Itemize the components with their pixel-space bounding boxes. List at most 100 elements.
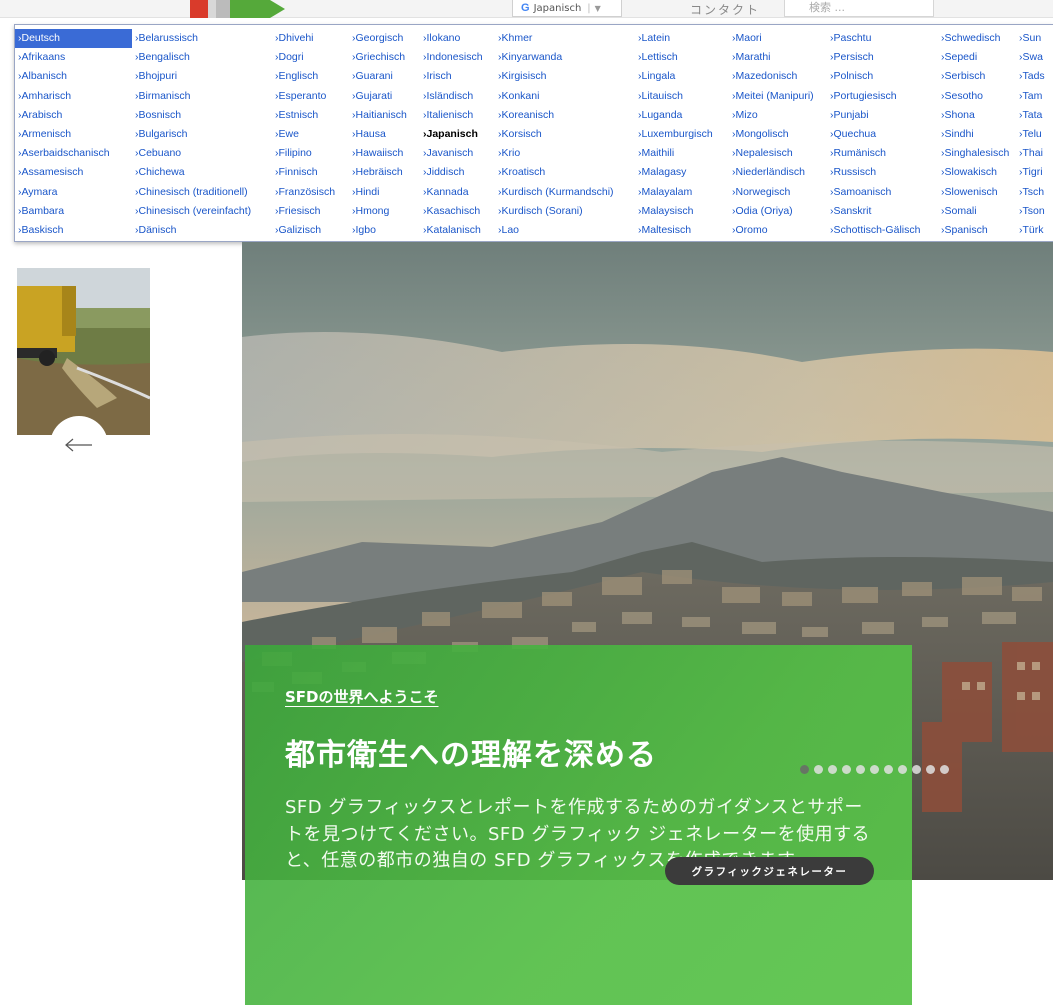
- language-option[interactable]: ›Tsch: [1016, 183, 1053, 202]
- language-option[interactable]: ›Lettisch: [635, 48, 729, 67]
- language-option[interactable]: ›Türk: [1016, 221, 1053, 240]
- language-option[interactable]: ›Tigri: [1016, 163, 1053, 182]
- language-option[interactable]: ›Chinesisch (traditionell): [132, 183, 272, 202]
- language-option[interactable]: ›Bhojpuri: [132, 67, 272, 86]
- language-option[interactable]: ›Belarussisch: [132, 29, 272, 48]
- language-option[interactable]: ›Baskisch: [15, 221, 132, 240]
- language-option[interactable]: ›Arabisch: [15, 106, 132, 125]
- language-option[interactable]: ›Bosnisch: [132, 106, 272, 125]
- carousel-dot[interactable]: [884, 765, 893, 774]
- language-option[interactable]: ›Albanisch: [15, 67, 132, 86]
- language-option[interactable]: ›Irisch: [420, 67, 495, 86]
- language-option[interactable]: ›Friesisch: [272, 202, 349, 221]
- language-option[interactable]: ›Persisch: [827, 48, 938, 67]
- language-option[interactable]: ›Hawaiisch: [349, 144, 420, 163]
- language-option[interactable]: ›Schottisch-Gälisch: [827, 221, 938, 240]
- language-option[interactable]: ›Dänisch: [132, 221, 272, 240]
- carousel-dot[interactable]: [940, 765, 949, 774]
- language-option[interactable]: ›Bulgarisch: [132, 125, 272, 144]
- language-option[interactable]: ›Kurdisch (Kurmandschi): [495, 183, 635, 202]
- language-option[interactable]: ›Russisch: [827, 163, 938, 182]
- language-option[interactable]: ›Ilokano: [420, 29, 495, 48]
- language-option[interactable]: ›Nepalesisch: [729, 144, 827, 163]
- carousel-dot[interactable]: [800, 765, 809, 774]
- language-option[interactable]: ›Sepedi: [938, 48, 1016, 67]
- language-option[interactable]: ›Kannada: [420, 183, 495, 202]
- language-option[interactable]: ›Malagasy: [635, 163, 729, 182]
- language-option[interactable]: ›Maltesisch: [635, 221, 729, 240]
- language-option[interactable]: ›Shona: [938, 106, 1016, 125]
- language-option[interactable]: ›Oromo: [729, 221, 827, 240]
- contact-link[interactable]: コンタクト: [690, 1, 760, 18]
- language-option[interactable]: ›Schwedisch: [938, 29, 1016, 48]
- language-option[interactable]: ›Punjabi: [827, 106, 938, 125]
- language-option[interactable]: ›Bengalisch: [132, 48, 272, 67]
- language-option[interactable]: ›Slowakisch: [938, 163, 1016, 182]
- language-option[interactable]: ›Lao: [495, 221, 635, 240]
- language-option[interactable]: ›Bambara: [15, 202, 132, 221]
- language-option[interactable]: ›Telu: [1016, 125, 1053, 144]
- language-option[interactable]: ›Sun: [1016, 29, 1053, 48]
- previous-slide-button[interactable]: [50, 416, 108, 474]
- language-option[interactable]: ›Kasachisch: [420, 202, 495, 221]
- carousel-dot[interactable]: [870, 765, 879, 774]
- carousel-dot[interactable]: [856, 765, 865, 774]
- previous-slide-thumbnail[interactable]: [17, 268, 150, 435]
- language-option[interactable]: ›Polnisch: [827, 67, 938, 86]
- language-option[interactable]: ›Thai: [1016, 144, 1053, 163]
- language-option[interactable]: ›Konkani: [495, 87, 635, 106]
- language-option[interactable]: ›Indonesisch: [420, 48, 495, 67]
- language-option[interactable]: ›Krio: [495, 144, 635, 163]
- language-option[interactable]: ›Mongolisch: [729, 125, 827, 144]
- language-option[interactable]: ›Georgisch: [349, 29, 420, 48]
- language-option[interactable]: ›Deutsch: [15, 29, 132, 49]
- language-option[interactable]: ›Japanisch: [420, 125, 495, 144]
- language-option[interactable]: ›Lingala: [635, 67, 729, 86]
- language-option[interactable]: ›Estnisch: [272, 106, 349, 125]
- language-option[interactable]: ›Kinyarwanda: [495, 48, 635, 67]
- carousel-dot[interactable]: [912, 765, 921, 774]
- carousel-dot[interactable]: [898, 765, 907, 774]
- language-option[interactable]: ›Amharisch: [15, 87, 132, 106]
- language-option[interactable]: ›Finnisch: [272, 163, 349, 182]
- language-option[interactable]: ›Sanskrit: [827, 202, 938, 221]
- language-option[interactable]: ›Malayalam: [635, 183, 729, 202]
- language-option[interactable]: ›Armenisch: [15, 125, 132, 144]
- language-option[interactable]: ›Norwegisch: [729, 183, 827, 202]
- language-option[interactable]: ›Tata: [1016, 106, 1053, 125]
- slide-kicker[interactable]: SFDの世界へようこそ: [285, 686, 439, 707]
- language-option[interactable]: ›Korsisch: [495, 125, 635, 144]
- carousel-dot[interactable]: [814, 765, 823, 774]
- language-option[interactable]: ›Quechua: [827, 125, 938, 144]
- language-option[interactable]: ›Katalanisch: [420, 221, 495, 240]
- language-option[interactable]: ›Aserbaidschanisch: [15, 144, 132, 163]
- language-option[interactable]: ›Serbisch: [938, 67, 1016, 86]
- language-option[interactable]: ›Cebuano: [132, 144, 272, 163]
- language-option[interactable]: ›Tson: [1016, 202, 1053, 221]
- language-option[interactable]: ›Chichewa: [132, 163, 272, 182]
- language-option[interactable]: ›Niederländisch: [729, 163, 827, 182]
- language-option[interactable]: ›Luxemburgisch: [635, 125, 729, 144]
- graphic-generator-button[interactable]: グラフィックジェネレーター: [665, 857, 874, 885]
- language-option[interactable]: ›Tam: [1016, 87, 1053, 106]
- language-option[interactable]: ›Marathi: [729, 48, 827, 67]
- language-option[interactable]: ›Hmong: [349, 202, 420, 221]
- language-option[interactable]: ›Sindhi: [938, 125, 1016, 144]
- language-option[interactable]: ›Portugiesisch: [827, 87, 938, 106]
- language-option[interactable]: ›Englisch: [272, 67, 349, 86]
- language-option[interactable]: ›Chinesisch (vereinfacht): [132, 202, 272, 221]
- carousel-dot[interactable]: [842, 765, 851, 774]
- language-option[interactable]: ›Französisch: [272, 183, 349, 202]
- language-option[interactable]: ›Griechisch: [349, 48, 420, 67]
- language-option[interactable]: ›Maori: [729, 29, 827, 48]
- language-option[interactable]: ›Mizo: [729, 106, 827, 125]
- carousel-dot[interactable]: [926, 765, 935, 774]
- language-option[interactable]: ›Koreanisch: [495, 106, 635, 125]
- language-option[interactable]: ›Kurdisch (Sorani): [495, 202, 635, 221]
- language-option[interactable]: ›Litauisch: [635, 87, 729, 106]
- language-option[interactable]: ›Somali: [938, 202, 1016, 221]
- language-option[interactable]: ›Singhalesisch: [938, 144, 1016, 163]
- language-option[interactable]: ›Gujarati: [349, 87, 420, 106]
- language-option[interactable]: ›Kirgisisch: [495, 67, 635, 86]
- language-option[interactable]: ›Guarani: [349, 67, 420, 86]
